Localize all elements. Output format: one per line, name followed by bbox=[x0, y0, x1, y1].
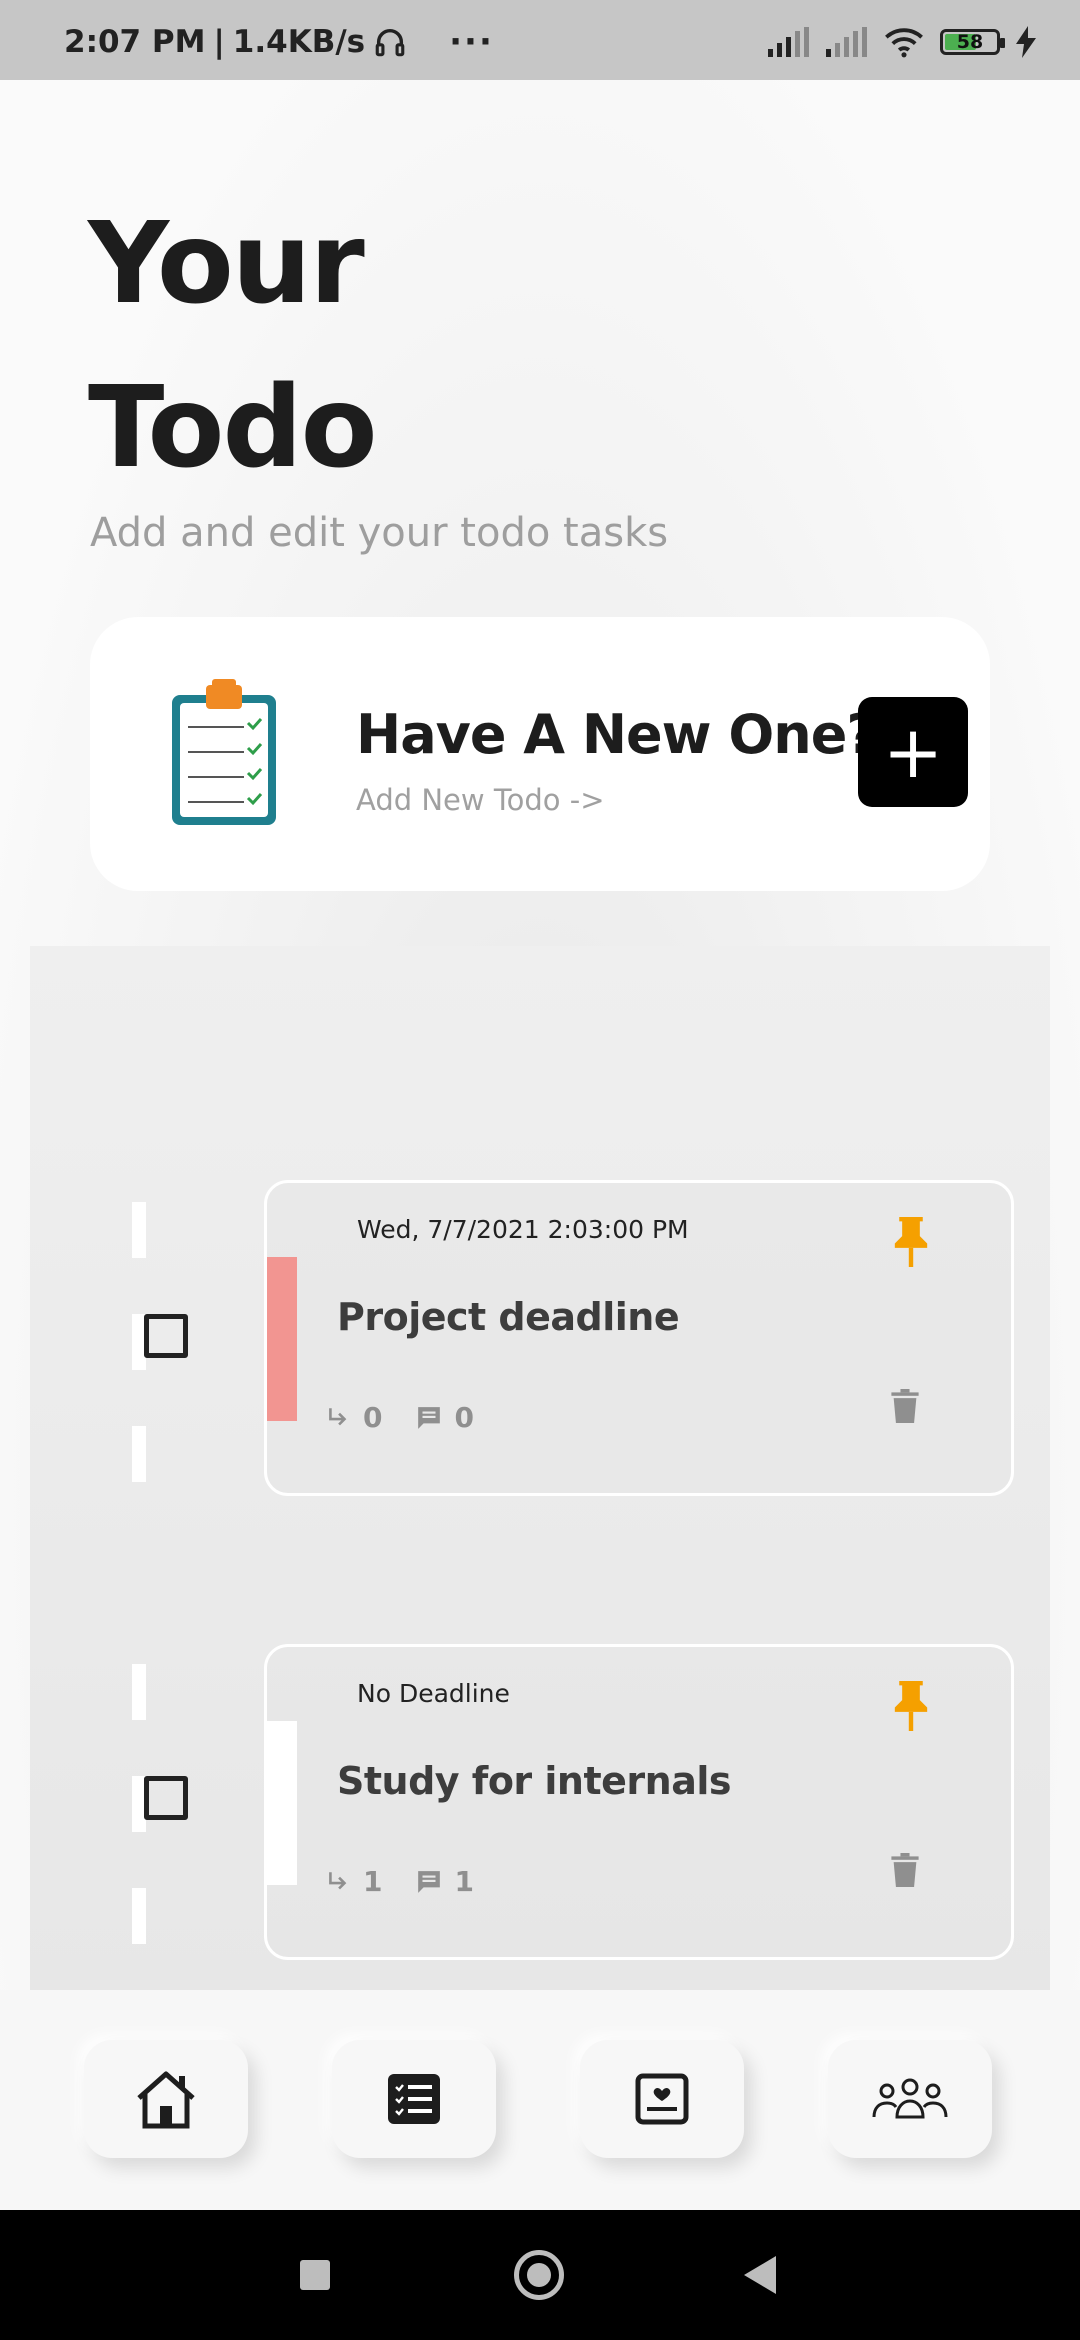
bottom-nav bbox=[0, 1990, 1080, 2210]
status-bar: 2:07 PM | 1.4KB/s ··· 58 bbox=[0, 0, 1080, 80]
todo-list[interactable]: Wed, 7/7/2021 2:03:00 PM Project deadlin… bbox=[30, 946, 1050, 1990]
more-notifications-icon: ··· bbox=[449, 22, 494, 62]
subtask-icon bbox=[329, 1407, 347, 1425]
subtask-count: 0 bbox=[363, 1401, 383, 1434]
todo-date: Wed, 7/7/2021 2:03:00 PM bbox=[357, 1215, 689, 1244]
todo-checkbox[interactable] bbox=[144, 1776, 188, 1820]
nav-people-button[interactable] bbox=[828, 2040, 992, 2158]
subtask-count: 1 bbox=[363, 1865, 383, 1898]
battery-percent: 58 bbox=[956, 31, 984, 53]
pin-icon[interactable] bbox=[893, 1681, 929, 1731]
nav-notes-button[interactable] bbox=[580, 2040, 744, 2158]
status-left: 2:07 PM | 1.4KB/s ··· bbox=[64, 22, 494, 62]
comment-icon bbox=[418, 1870, 441, 1893]
todo-checkbox[interactable] bbox=[144, 1314, 188, 1358]
todo-card[interactable]: No Deadline Study for internals 1 1 bbox=[264, 1644, 1014, 1960]
clipboard-checklist-icon bbox=[172, 679, 276, 825]
priority-bar bbox=[267, 1257, 297, 1421]
todo-title: Project deadline bbox=[337, 1295, 680, 1339]
trash-icon[interactable] bbox=[891, 1389, 919, 1423]
subtask-icon bbox=[329, 1871, 347, 1889]
page-title-line1: Your bbox=[88, 199, 365, 329]
comment-count: 0 bbox=[454, 1401, 474, 1434]
battery-icon: 58 bbox=[940, 29, 1005, 55]
home-system-button[interactable] bbox=[514, 2250, 564, 2300]
comment-count: 1 bbox=[454, 1865, 474, 1898]
comment-icon bbox=[418, 1406, 441, 1429]
checklist-icon bbox=[388, 2074, 440, 2124]
page-subtitle: Add and edit your todo tasks bbox=[90, 510, 669, 556]
new-todo-card[interactable]: Have A New One? Add New Todo -> + bbox=[90, 617, 990, 891]
priority-bar bbox=[267, 1721, 297, 1885]
status-separator: | bbox=[213, 24, 225, 60]
nav-home-button[interactable] bbox=[84, 2040, 248, 2158]
todo-title: Study for internals bbox=[337, 1759, 732, 1803]
wifi-icon bbox=[885, 28, 923, 58]
nav-todos-button[interactable] bbox=[332, 2040, 496, 2158]
notes-heart-icon bbox=[635, 2073, 689, 2125]
home-icon bbox=[137, 2071, 195, 2129]
trash-icon[interactable] bbox=[891, 1853, 919, 1887]
todo-card[interactable]: Wed, 7/7/2021 2:03:00 PM Project deadlin… bbox=[264, 1180, 1014, 1496]
system-nav-bar bbox=[0, 2210, 1080, 2340]
signal-icon bbox=[768, 27, 809, 57]
status-time: 2:07 PM bbox=[64, 24, 206, 60]
recent-apps-button[interactable] bbox=[300, 2260, 330, 2290]
todo-date: No Deadline bbox=[357, 1679, 510, 1708]
page-title-line2: Todo bbox=[88, 363, 378, 493]
back-button[interactable] bbox=[744, 2256, 776, 2294]
people-icon bbox=[872, 2078, 948, 2119]
new-todo-headline: Have A New One? bbox=[356, 703, 878, 766]
status-right: 58 bbox=[768, 26, 1036, 58]
main-content: Your Todo Add and edit your todo tasks H… bbox=[0, 80, 1080, 1990]
add-new-todo-link[interactable]: Add New Todo -> bbox=[356, 783, 605, 817]
headphones-icon bbox=[375, 29, 405, 57]
pin-icon[interactable] bbox=[893, 1217, 929, 1267]
charging-icon bbox=[1016, 26, 1036, 58]
network-speed: 1.4KB/s bbox=[232, 24, 366, 60]
todo-meta: 1 1 bbox=[325, 1865, 474, 1898]
signal-icon-2 bbox=[826, 27, 867, 57]
add-todo-button[interactable]: + bbox=[858, 697, 968, 807]
todo-meta: 0 0 bbox=[325, 1401, 474, 1434]
